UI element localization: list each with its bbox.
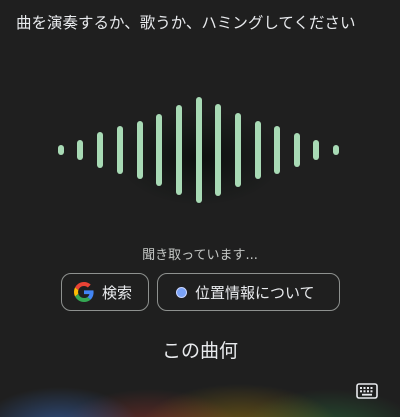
waveform-bar	[294, 133, 300, 167]
keyboard-icon	[356, 383, 378, 399]
waveform-bar	[176, 105, 182, 195]
waveform-bar	[235, 113, 241, 187]
keyboard-button[interactable]	[356, 383, 378, 399]
waveform-bar	[274, 126, 280, 174]
search-chip[interactable]: 検索	[61, 273, 149, 311]
waveform-bar	[313, 140, 319, 160]
location-dot-icon	[176, 286, 187, 298]
prompt-text: 曲を演奏するか、歌うか、ハミングしてください	[16, 14, 356, 32]
waveform-bar	[117, 126, 123, 174]
search-chip-label: 検索	[102, 283, 133, 302]
location-chip[interactable]: 位置情報について	[157, 273, 340, 311]
waveform-bar	[97, 132, 103, 168]
waveform-bar	[58, 145, 64, 155]
song-title: この曲何	[161, 340, 238, 362]
waveform-visualizer	[0, 90, 400, 210]
waveform-bar	[196, 97, 202, 203]
location-chip-label: 位置情報について	[195, 283, 315, 302]
google-g-icon	[74, 282, 94, 302]
waveform-bar	[77, 140, 83, 160]
waveform-bar	[215, 104, 221, 196]
waveform-bar	[255, 121, 261, 179]
waveform-bar	[333, 145, 339, 155]
waveform-bar	[156, 114, 162, 186]
waveform-bar	[137, 121, 143, 179]
listening-status: 聞き取っています...	[142, 248, 258, 263]
